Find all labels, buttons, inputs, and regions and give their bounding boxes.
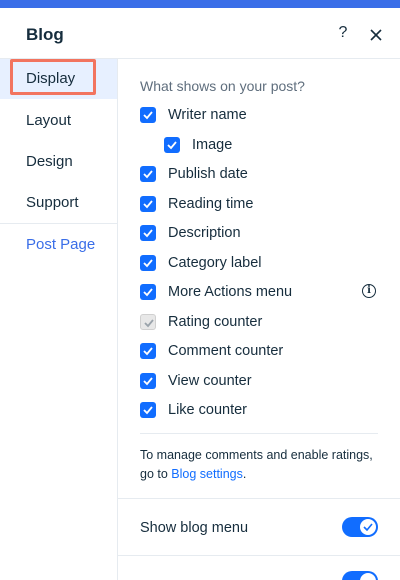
checkbox-label: Rating counter bbox=[168, 314, 263, 330]
sidebar-link-post-page[interactable]: Post Page bbox=[0, 225, 117, 265]
divider bbox=[140, 433, 378, 434]
checkbox-label: More Actions menu bbox=[168, 284, 293, 300]
checkbox-label: Image bbox=[192, 137, 233, 153]
sidebar-item-label: Layout bbox=[26, 112, 72, 129]
checkbox[interactable] bbox=[140, 196, 156, 212]
top-accent-bar bbox=[0, 0, 400, 8]
sidebar-link-label: Post Page bbox=[26, 236, 96, 253]
info-icon[interactable]: i bbox=[362, 284, 376, 298]
display-settings: What shows on your post? Writer name Imag… bbox=[118, 59, 400, 580]
checkbox[interactable] bbox=[140, 343, 156, 359]
checkbox[interactable] bbox=[140, 284, 156, 300]
checkbox-label: Category label bbox=[168, 255, 262, 271]
checkbox[interactable] bbox=[140, 314, 156, 330]
checkbox[interactable] bbox=[164, 137, 180, 153]
divider bbox=[118, 498, 400, 499]
sidebar-item-display[interactable]: Display bbox=[0, 59, 117, 99]
checkbox-label: Reading time bbox=[168, 196, 254, 212]
sidebar-item-label: Design bbox=[26, 153, 73, 170]
settings-note: To manage comments and enable ratings, g… bbox=[140, 446, 380, 484]
checkbox[interactable] bbox=[140, 373, 156, 389]
panel-title: Blog bbox=[26, 25, 64, 44]
divider bbox=[118, 555, 400, 556]
checkbox-label: Publish date bbox=[168, 166, 248, 182]
blog-settings-link[interactable]: Blog settings bbox=[171, 467, 243, 481]
sidebar-item-layout[interactable]: Layout bbox=[0, 101, 117, 141]
checkbox[interactable] bbox=[140, 255, 156, 271]
checkbox-label: Writer name bbox=[168, 107, 247, 123]
help-icon[interactable]: ? bbox=[334, 24, 352, 44]
toggle-knob bbox=[360, 573, 376, 580]
blog-settings-panel: Blog ? Display Layout Design Support Pos… bbox=[0, 0, 400, 580]
checkbox-label: Like counter bbox=[168, 402, 247, 418]
section-label: What shows on your post? bbox=[140, 78, 305, 94]
sidebar-divider bbox=[0, 223, 117, 224]
sidebar-item-design[interactable]: Design bbox=[0, 142, 117, 182]
checkbox-label: Description bbox=[168, 225, 241, 241]
sidebar-item-label: Support bbox=[26, 194, 79, 211]
toggle-label: Show blog menu bbox=[140, 520, 249, 536]
show-blog-menu-toggle[interactable] bbox=[342, 517, 378, 537]
close-icon[interactable] bbox=[367, 26, 385, 44]
note-end: . bbox=[242, 467, 247, 481]
next-setting-toggle[interactable] bbox=[342, 571, 378, 580]
toggle-knob bbox=[360, 519, 376, 535]
checkbox[interactable] bbox=[140, 402, 156, 418]
panel-header: Blog ? bbox=[0, 8, 400, 59]
sidebar-item-label: Display bbox=[26, 70, 76, 87]
checkbox[interactable] bbox=[140, 107, 156, 123]
checkbox[interactable] bbox=[140, 225, 156, 241]
checkbox-label: View counter bbox=[168, 373, 252, 389]
checkbox-label: Comment counter bbox=[168, 343, 284, 359]
sidebar: Display Layout Design Support Post Page bbox=[0, 59, 118, 580]
checkbox[interactable] bbox=[140, 166, 156, 182]
sidebar-item-support[interactable]: Support bbox=[0, 183, 117, 223]
